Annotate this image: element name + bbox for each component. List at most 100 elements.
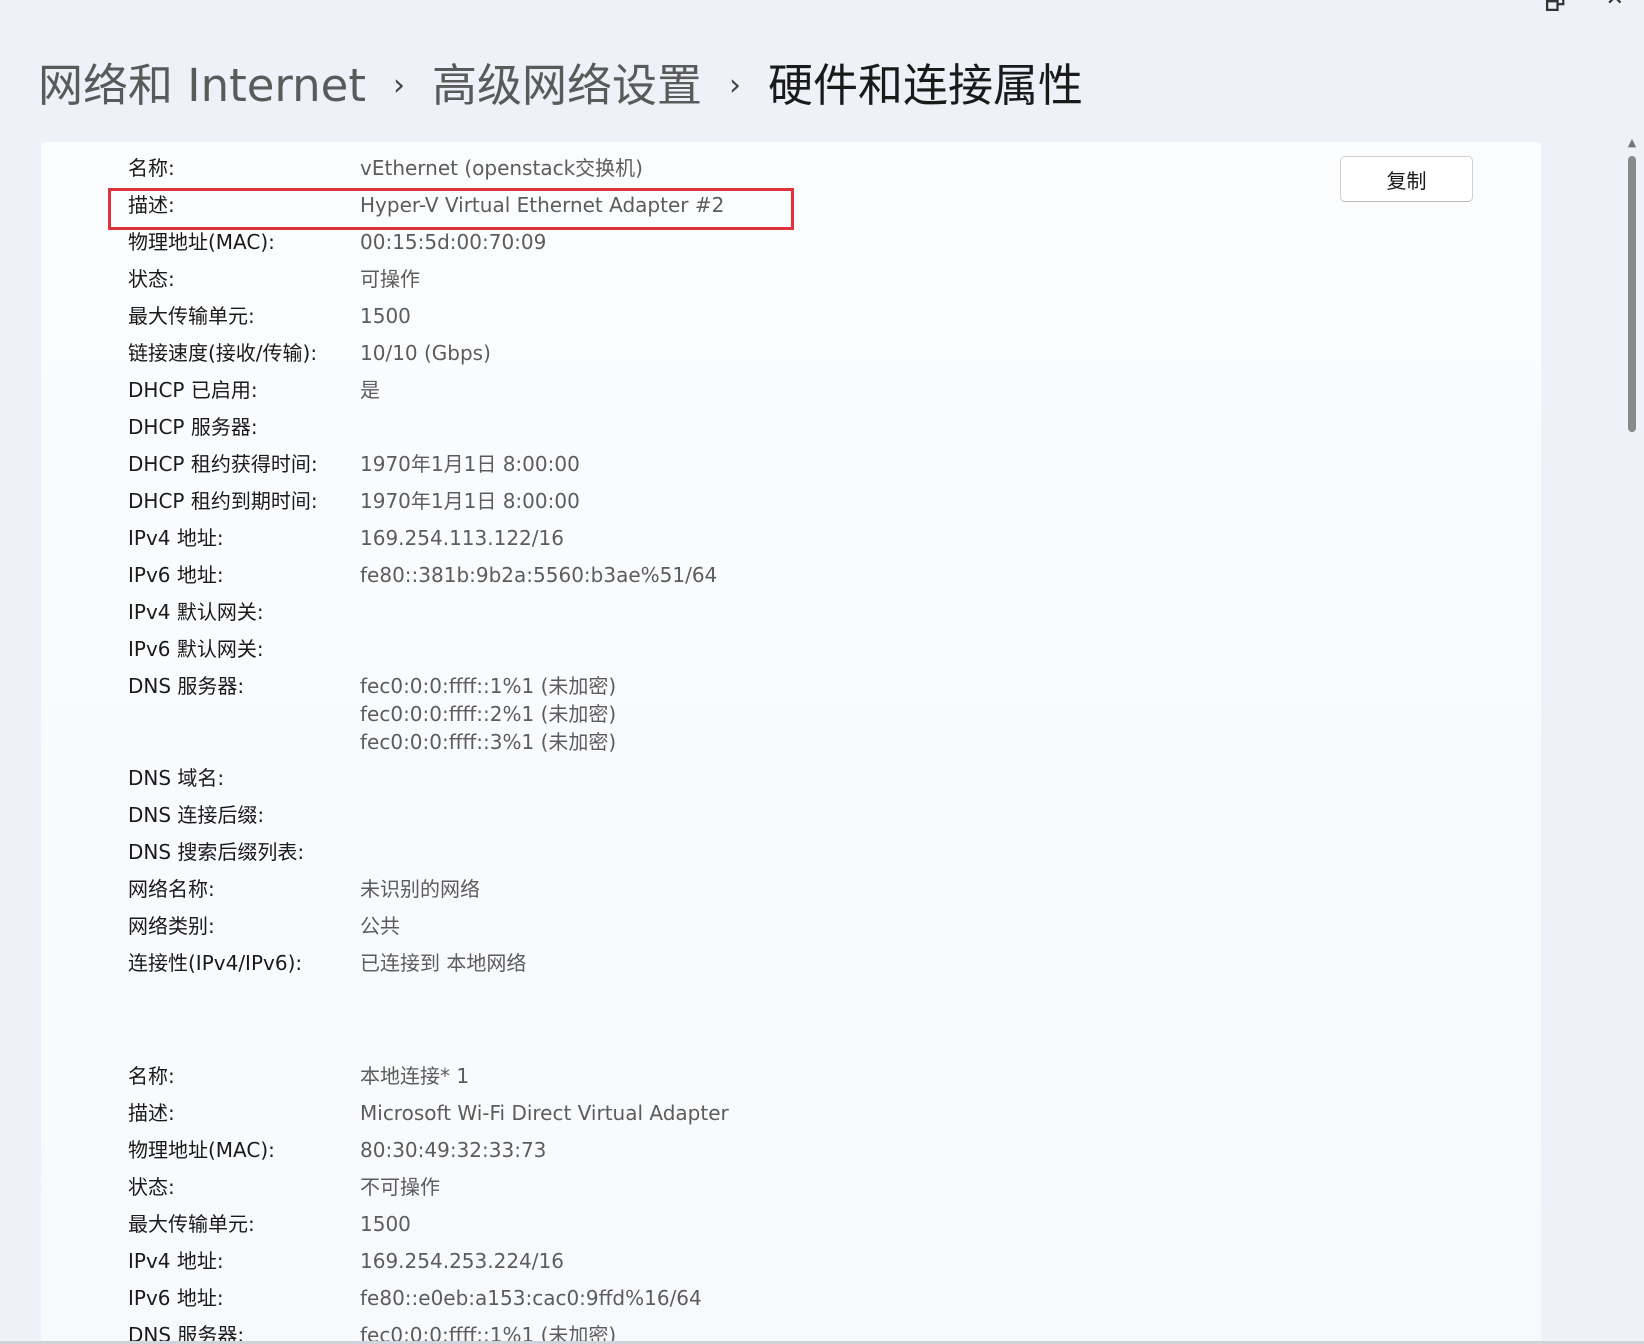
property-label: DNS 搜索后缀列表: <box>128 840 305 864</box>
property-row: IPv6 默认网关: <box>128 631 724 668</box>
property-value-list: fec0:0:0:ffff::1%1 (未加密) fec0:0:0:ffff::… <box>360 672 616 756</box>
property-label: DHCP 租约到期时间: <box>128 489 318 513</box>
property-row: 描述: Hyper-V Virtual Ethernet Adapter #2 <box>128 187 724 224</box>
property-row: 状态: 不可操作 <box>128 1169 729 1206</box>
restore-icon[interactable]: 🗗 <box>1545 0 1566 24</box>
property-row: 连接性(IPv4/IPv6): 已连接到 本地网络 <box>128 945 724 982</box>
property-row: IPv4 地址: 169.254.253.224/16 <box>128 1243 729 1280</box>
property-label: DNS 服务器: <box>128 1323 245 1344</box>
adapter-properties-2: 名称: 本地连接* 1 描述: Microsoft Wi-Fi Direct V… <box>128 1058 729 1344</box>
property-row: IPv6 地址: fe80::e0eb:a153:cac0:9ffd%16/64 <box>128 1280 729 1317</box>
property-row: 名称: 本地连接* 1 <box>128 1058 729 1095</box>
property-value: 已连接到 本地网络 <box>360 951 527 975</box>
property-label: 名称: <box>128 1064 175 1088</box>
property-value: 不可操作 <box>360 1175 440 1199</box>
property-label: DHCP 服务器: <box>128 415 258 439</box>
property-label: 状态: <box>128 1175 175 1199</box>
property-value: 公共 <box>360 914 400 938</box>
property-row: 名称: vEthernet (openstack交换机) <box>128 150 724 187</box>
property-row: 状态: 可操作 <box>128 261 724 298</box>
breadcrumb-advanced-network-settings[interactable]: 高级网络设置 <box>432 56 702 116</box>
property-row: DNS 连接后缀: <box>128 797 724 834</box>
properties-card: 复制 名称: vEthernet (openstack交换机) 描述: Hype… <box>41 142 1541 1344</box>
property-value: 10/10 (Gbps) <box>360 341 491 365</box>
property-row: IPv4 地址: 169.254.113.122/16 <box>128 520 724 557</box>
property-row: 网络类别: 公共 <box>128 908 724 945</box>
property-label: 最大传输单元: <box>128 1212 255 1236</box>
close-icon[interactable]: ✕ <box>1606 0 1624 24</box>
property-label: DHCP 租约获得时间: <box>128 452 318 476</box>
property-label: 连接性(IPv4/IPv6): <box>128 951 303 975</box>
property-label: 名称: <box>128 156 175 180</box>
scrollbar-thumb[interactable] <box>1628 156 1636 432</box>
property-row: DNS 服务器: fec0:0:0:ffff::1%1 (未加密) fec0:0… <box>128 668 724 760</box>
property-label: 最大传输单元: <box>128 304 255 328</box>
property-value: 00:15:5d:00:70:09 <box>360 230 547 254</box>
property-value: fe80::381b:9b2a:5560:b3ae%51/64 <box>360 563 718 587</box>
property-label: 网络类别: <box>128 914 215 938</box>
dns-server-value: fec0:0:0:ffff::1%1 (未加密) <box>360 674 617 698</box>
copy-button[interactable]: 复制 <box>1340 156 1473 202</box>
property-row: 最大传输单元: 1500 <box>128 1206 729 1243</box>
property-label: DNS 域名: <box>128 766 225 790</box>
property-value: 169.254.253.224/16 <box>360 1249 564 1273</box>
property-row: DHCP 已启用: 是 <box>128 372 724 409</box>
property-row: 物理地址(MAC): 80:30:49:32:33:73 <box>128 1132 729 1169</box>
dns-server-value: fec0:0:0:ffff::2%1 (未加密) <box>360 702 617 726</box>
property-row: DNS 服务器: fec0:0:0:ffff::1%1 (未加密) <box>128 1317 729 1344</box>
property-label: IPv4 地址: <box>128 526 224 550</box>
property-value: 1970年1月1日 8:00:00 <box>360 489 580 513</box>
property-value: 未识别的网络 <box>360 877 480 901</box>
property-row: IPv6 地址: fe80::381b:9b2a:5560:b3ae%51/64 <box>128 557 724 594</box>
property-label: 描述: <box>128 193 175 217</box>
property-value: 80:30:49:32:33:73 <box>360 1138 547 1162</box>
property-label: 网络名称: <box>128 877 215 901</box>
property-label: IPv4 地址: <box>128 1249 224 1273</box>
breadcrumb-network-internet[interactable]: 网络和 Internet <box>38 56 366 116</box>
property-label: IPv4 默认网关: <box>128 600 264 624</box>
property-label: DHCP 已启用: <box>128 378 258 402</box>
scroll-up-arrow-icon[interactable]: ▲ <box>1625 136 1639 150</box>
page-title: 硬件和连接属性 <box>768 59 1084 112</box>
property-label: IPv6 地址: <box>128 1286 224 1310</box>
property-label: 物理地址(MAC): <box>128 1138 275 1162</box>
property-label: IPv6 地址: <box>128 563 224 587</box>
property-value: 1500 <box>360 1212 411 1236</box>
vertical-scrollbar[interactable]: ▲ <box>1625 136 1639 1344</box>
property-row: 链接速度(接收/传输): 10/10 (Gbps) <box>128 335 724 372</box>
property-value: Hyper-V Virtual Ethernet Adapter #2 <box>360 193 725 217</box>
window-controls: 🗗 ✕ <box>1545 0 1624 24</box>
property-value: fe80::e0eb:a153:cac0:9ffd%16/64 <box>360 1286 702 1310</box>
property-value: 本地连接* 1 <box>360 1064 470 1088</box>
property-label: 状态: <box>128 267 175 291</box>
property-label: IPv6 默认网关: <box>128 637 264 661</box>
property-label: DNS 连接后缀: <box>128 803 265 827</box>
property-value: 可操作 <box>360 267 420 291</box>
property-value: vEthernet (openstack交换机) <box>360 156 643 180</box>
property-row: 物理地址(MAC): 00:15:5d:00:70:09 <box>128 224 724 261</box>
property-row: DNS 搜索后缀列表: <box>128 834 724 871</box>
chevron-right-icon: › <box>729 68 742 103</box>
property-value: 1970年1月1日 8:00:00 <box>360 452 580 476</box>
property-row: DNS 域名: <box>128 760 724 797</box>
property-row: 最大传输单元: 1500 <box>128 298 724 335</box>
property-label: 描述: <box>128 1101 175 1125</box>
property-row: DHCP 租约获得时间: 1970年1月1日 8:00:00 <box>128 446 724 483</box>
property-value: 1500 <box>360 304 411 328</box>
property-value: 是 <box>360 378 380 402</box>
property-row: 描述: Microsoft Wi-Fi Direct Virtual Adapt… <box>128 1095 729 1132</box>
property-row: DHCP 服务器: <box>128 409 724 446</box>
property-row: DHCP 租约到期时间: 1970年1月1日 8:00:00 <box>128 483 724 520</box>
property-value: 169.254.113.122/16 <box>360 526 564 550</box>
property-label: 物理地址(MAC): <box>128 230 275 254</box>
property-label: DNS 服务器: <box>128 674 245 698</box>
breadcrumb: 网络和 Internet › 高级网络设置 › 硬件和连接属性 <box>38 56 1083 116</box>
property-row: 网络名称: 未识别的网络 <box>128 871 724 908</box>
adapter-properties-1: 名称: vEthernet (openstack交换机) 描述: Hyper-V… <box>128 150 724 982</box>
property-value: fec0:0:0:ffff::1%1 (未加密) <box>360 1323 617 1344</box>
property-label: 链接速度(接收/传输): <box>128 341 318 365</box>
property-row: IPv4 默认网关: <box>128 594 724 631</box>
chevron-right-icon: › <box>393 68 405 103</box>
dns-server-value: fec0:0:0:ffff::3%1 (未加密) <box>360 730 617 754</box>
property-value: Microsoft Wi-Fi Direct Virtual Adapter <box>360 1101 729 1125</box>
